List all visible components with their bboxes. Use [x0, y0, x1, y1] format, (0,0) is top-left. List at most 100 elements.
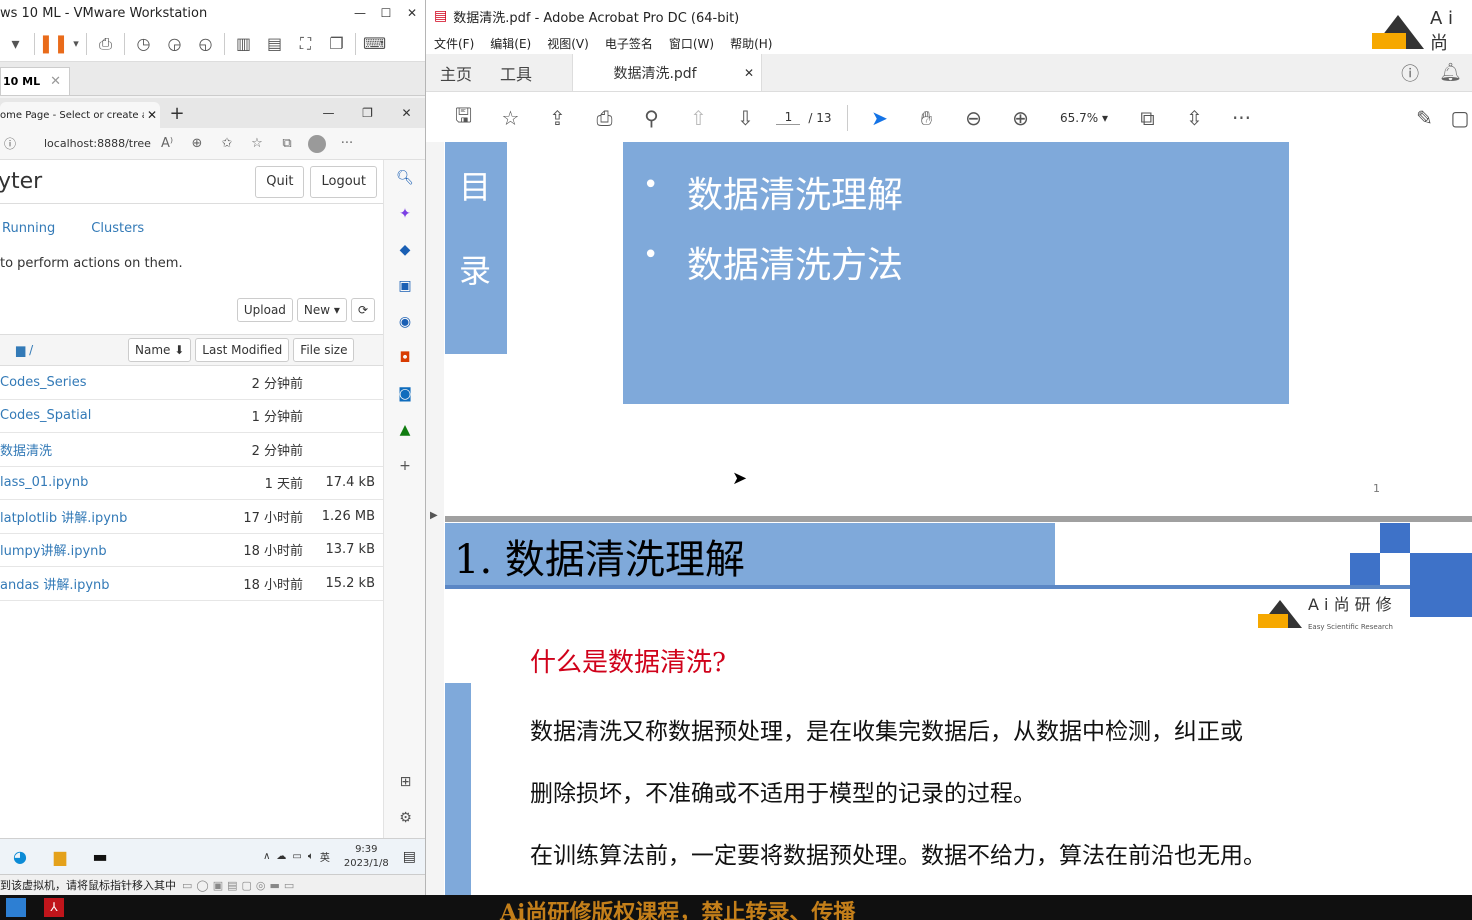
new-tab-icon[interactable]: +: [166, 103, 188, 124]
sort-modified-button[interactable]: Last Modified: [195, 338, 290, 362]
upload-button[interactable]: Upload: [236, 298, 293, 322]
favorite-add-icon[interactable]: ✩: [212, 136, 242, 151]
outlook-icon[interactable]: ◙: [384, 376, 425, 412]
file-name-link[interactable]: lass_01.ipynb: [0, 475, 213, 490]
page-down-icon[interactable]: ⇩: [722, 106, 769, 130]
more-icon[interactable]: ···: [1218, 106, 1265, 130]
table-row[interactable]: latplotlib 讲解.ipynb 17 小时前 1.26 MB: [0, 500, 383, 534]
input-language[interactable]: 英: [320, 849, 330, 864]
file-name-link[interactable]: 数据清洗: [0, 440, 213, 459]
table-row[interactable]: Codes_Series 2 分钟前: [0, 366, 383, 400]
zoom-select[interactable]: 65.7% ▾: [1044, 111, 1124, 125]
add-icon[interactable]: +: [384, 448, 425, 484]
select-cursor-icon[interactable]: ➤: [856, 106, 903, 130]
snapshot-icon[interactable]: ◷: [128, 30, 159, 58]
file-name-link[interactable]: andas 讲解.ipynb: [0, 574, 213, 593]
save-icon[interactable]: 🖫︎: [440, 101, 487, 135]
bell-icon[interactable]: 🔔︎: [1439, 62, 1462, 83]
office-icon[interactable]: ◘: [384, 340, 425, 376]
star-icon[interactable]: ☆: [487, 106, 534, 130]
console-icon[interactable]: ⌨: [359, 30, 390, 58]
copilot-icon[interactable]: ✦: [384, 196, 425, 232]
tab-home[interactable]: 主页: [426, 54, 486, 91]
read-aloud-icon[interactable]: A⁾: [152, 136, 182, 151]
shopping-icon[interactable]: ◆: [384, 232, 425, 268]
file-name-link[interactable]: latplotlib 讲解.ipynb: [0, 507, 213, 526]
fit-page-icon[interactable]: ⧉: [1124, 106, 1171, 130]
info-icon[interactable]: ⓘ: [4, 135, 22, 152]
menu-esign[interactable]: 电子签名: [605, 35, 653, 52]
table-row[interactable]: Codes_Spatial 1 分钟前: [0, 400, 383, 433]
minimize-icon[interactable]: —: [309, 106, 348, 120]
page-input[interactable]: 1: [776, 110, 801, 125]
help-icon[interactable]: ⓘ: [1401, 60, 1419, 86]
file-explorer-icon[interactable]: ▆: [40, 842, 80, 872]
table-row[interactable]: lass_01.ipynb 1 天前 17.4 kB: [0, 467, 383, 500]
sidebar-toggle-icon[interactable]: ▥: [228, 30, 259, 58]
acrobat-icon[interactable]: ⅄: [44, 898, 64, 917]
zoom-icon[interactable]: ⊕: [182, 136, 212, 151]
quit-button[interactable]: Quit: [255, 165, 305, 198]
file-name-link[interactable]: Codes_Series: [0, 375, 213, 390]
maximize-icon[interactable]: ☐: [373, 6, 399, 20]
tab-running[interactable]: Running: [2, 221, 55, 236]
tree-icon[interactable]: ▲: [384, 412, 425, 448]
menu-window[interactable]: 窗口(W): [669, 35, 714, 52]
terminal-icon[interactable]: ▬: [80, 842, 120, 872]
menu-edit[interactable]: 编辑(E): [490, 35, 531, 52]
vm-tab[interactable]: 10 ML ✕: [0, 67, 70, 95]
search-icon[interactable]: 🔍︎: [384, 160, 425, 196]
zoom-in-icon[interactable]: ⊕: [997, 106, 1044, 130]
hand-tool-icon[interactable]: ✋︎: [903, 106, 950, 130]
sort-size-button[interactable]: File size: [293, 338, 355, 362]
print-icon[interactable]: ⎙: [581, 106, 628, 130]
document-tab[interactable]: 数据清洗.pdf ✕: [572, 54, 763, 91]
settings-icon[interactable]: ⚙: [384, 800, 425, 836]
menu-help[interactable]: 帮助(H): [730, 35, 772, 52]
scroll-mode-icon[interactable]: ⇳: [1171, 106, 1218, 130]
fullscreen-icon[interactable]: ⛶: [290, 30, 321, 58]
file-name-link[interactable]: Codes_Spatial: [0, 408, 213, 423]
notification-icon[interactable]: ▤: [403, 849, 416, 865]
network-icon[interactable]: ▭: [292, 851, 301, 862]
upload-cloud-icon[interactable]: ⇪: [534, 106, 581, 130]
new-button[interactable]: New ▾: [296, 298, 347, 322]
clock[interactable]: 9:39 2023/1/8: [344, 843, 389, 871]
logout-button[interactable]: Logout: [310, 165, 377, 198]
cloud-icon[interactable]: ☁: [276, 851, 286, 862]
document-view[interactable]: ▶ 目 录 数据清洗理解 数据清洗方法 1 ➤ 1. 数据清洗理解: [426, 142, 1472, 895]
pause-icon[interactable]: ❚❚: [38, 30, 69, 58]
volume-icon[interactable]: 🔈︎: [308, 851, 314, 862]
share-icon[interactable]: ▢: [1448, 106, 1472, 130]
table-row[interactable]: andas 讲解.ipynb 18 小时前 15.2 kB: [0, 567, 383, 601]
menu-file[interactable]: 文件(F): [434, 35, 474, 52]
revert-snapshot-icon[interactable]: ◶: [159, 30, 190, 58]
refresh-button[interactable]: ⟳: [350, 298, 375, 322]
url-field[interactable]: localhost:8888/tree: [22, 137, 152, 150]
tools-icon[interactable]: ▣: [384, 268, 425, 304]
thumbnail-icon[interactable]: ▤: [259, 30, 290, 58]
guest-screen[interactable]: ome Page - Select or create a n ✕ + — ❐ …: [0, 98, 425, 840]
collections-icon[interactable]: ⧉: [272, 136, 302, 151]
more-icon[interactable]: ···: [332, 136, 362, 151]
chevron-down-icon[interactable]: ▾: [0, 30, 31, 58]
expand-panel-icon[interactable]: ▶: [430, 510, 438, 521]
edge-icon[interactable]: ◕: [0, 842, 40, 872]
close-icon[interactable]: ✕: [144, 108, 160, 122]
table-row[interactable]: 数据清洗 2 分钟前: [0, 433, 383, 467]
close-icon[interactable]: ✕: [399, 6, 425, 20]
unity-icon[interactable]: ❐: [321, 30, 352, 58]
send-keys-icon[interactable]: ⎙: [90, 30, 121, 58]
close-icon[interactable]: ✕: [50, 74, 61, 89]
zoom-out-icon[interactable]: ⊖: [950, 106, 997, 130]
split-screen-icon[interactable]: ⊞: [384, 764, 425, 800]
file-name-link[interactable]: lumpy讲解.ipynb: [0, 540, 213, 559]
menu-view[interactable]: 视图(V): [547, 35, 589, 52]
avatar[interactable]: [308, 134, 326, 153]
favorites-icon[interactable]: ☆: [242, 136, 272, 151]
tab-clusters[interactable]: Clusters: [91, 221, 144, 236]
chevron-down-icon[interactable]: ▾: [69, 30, 83, 58]
games-icon[interactable]: ◉: [384, 304, 425, 340]
jupyter-logo[interactable]: yter: [0, 169, 255, 194]
sign-icon[interactable]: ✎: [1401, 106, 1448, 130]
